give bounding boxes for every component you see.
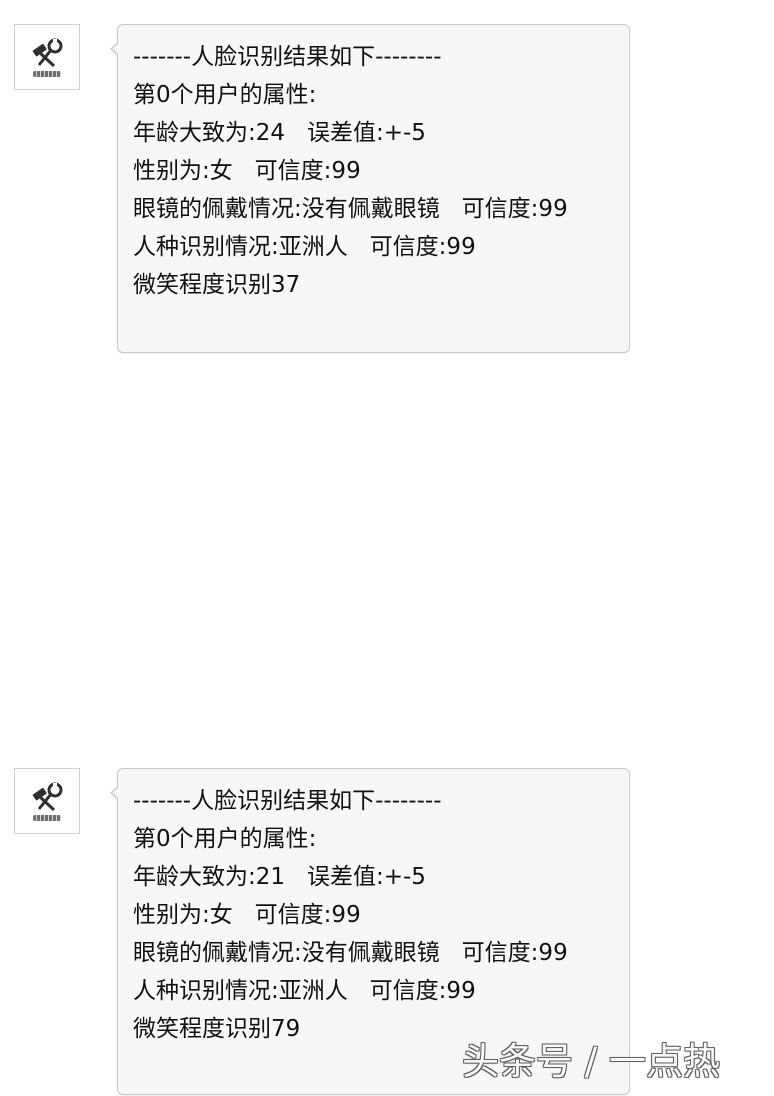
gender-line: 性别为:女 可信度:99 [133, 158, 361, 184]
race-line: 人种识别情况:亚洲人 可信度:99 [133, 234, 476, 260]
user-index-line: 第0个用户的属性: [133, 82, 317, 108]
tools-icon [32, 38, 63, 67]
race-line: 人种识别情况:亚洲人 可信度:99 [133, 978, 476, 1004]
bubble-title: -------人脸识别结果如下-------- [133, 44, 442, 70]
chat-bubble: -------人脸识别结果如下-------- 第0个用户的属性: 年龄大致为:… [110, 24, 630, 353]
glasses-line: 眼镜的佩戴情况:没有佩戴眼镜 可信度:99 [133, 940, 568, 966]
user-index-line: 第0个用户的属性: [133, 826, 317, 852]
avatar[interactable] [14, 24, 80, 90]
age-line: 年龄大致为:21 误差值:+-5 [133, 864, 426, 890]
tools-icon [32, 782, 63, 811]
watermark: 头条号 / 一点热 [462, 1040, 720, 1083]
age-line: 年龄大致为:24 误差值:+-5 [133, 120, 426, 146]
avatar[interactable] [14, 768, 80, 834]
gender-line: 性别为:女 可信度:99 [133, 902, 361, 928]
avatar-caption-graphic [33, 814, 61, 821]
avatar-caption-graphic [33, 70, 61, 77]
glasses-line: 眼镜的佩戴情况:没有佩戴眼镜 可信度:99 [133, 196, 568, 222]
smile-line: 微笑程度识别37 [133, 272, 301, 298]
bubble-title: -------人脸识别结果如下-------- [133, 788, 442, 814]
